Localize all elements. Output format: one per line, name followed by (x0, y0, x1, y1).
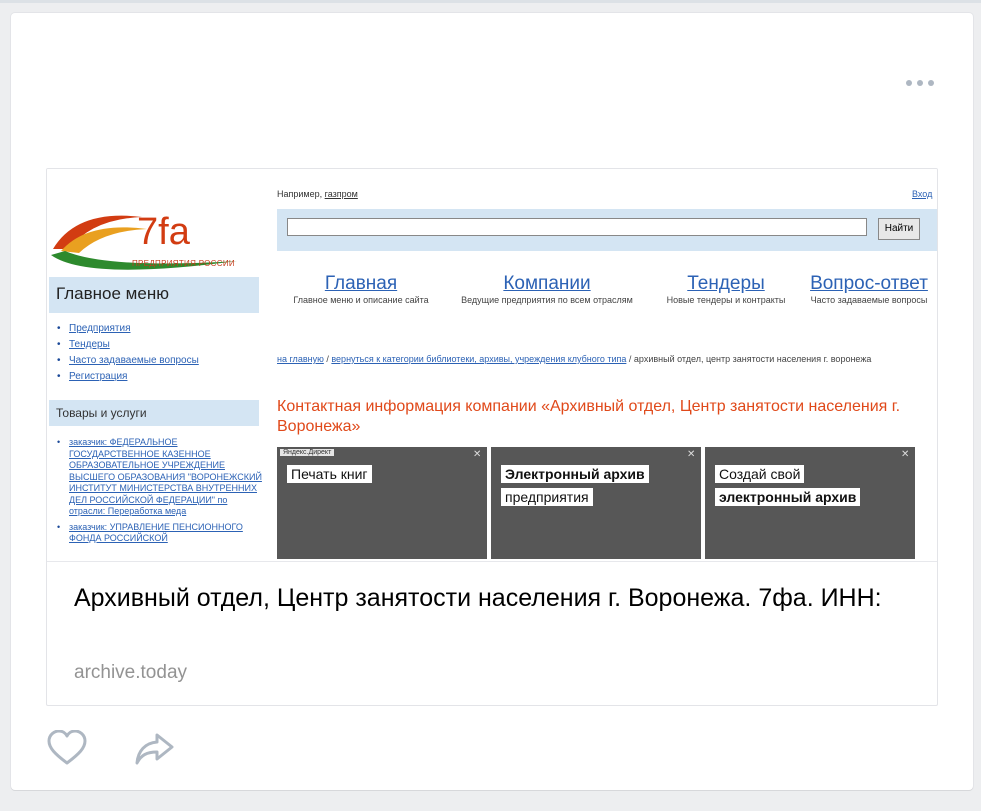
goods-link: заказчик: ФЕДЕРАЛЬНОЕ ГОСУДАРСТВЕННОЕ КА… (69, 437, 262, 516)
close-icon: ✕ (687, 449, 696, 460)
link-snippet[interactable]: 7fa ПРЕДПРИЯТИЯ РОССИИ Главное меню Пред… (46, 168, 938, 706)
crumb-separator: / (326, 354, 329, 364)
ad-card: ✕ Создай свой электронный архив (705, 447, 915, 559)
example-value: газпром (324, 189, 358, 199)
goods-link: заказчик: УПРАВЛЕНИЕ ПЕНСИОННОГО ФОНДА Р… (69, 521, 243, 544)
site-logo: 7fa ПРЕДПРИЯТИЯ РОССИИ (47, 189, 262, 274)
contact-heading: Контактная информация компании «Архивный… (277, 398, 901, 435)
nav-desc: Ведущие предприятия по всем отраслям (461, 295, 633, 305)
main-menu-list: Предприятия Тендеры Часто задаваемые воп… (57, 321, 199, 385)
top-border (0, 0, 981, 3)
main-menu-title: Главное меню (49, 277, 259, 313)
ads-tag: Яндекс.Директ (280, 449, 335, 456)
nav-item-faq: Вопрос-ответ Часто задаваемые вопросы (801, 273, 937, 305)
example-label: Например, (277, 189, 323, 199)
snippet-caption[interactable]: Архивный отдел, Центр занятости населени… (47, 561, 937, 705)
nav-desc: Главное меню и описание сайта (293, 295, 429, 305)
site-search-bar: Найти (277, 209, 937, 251)
ad-line: Печать книг (287, 465, 372, 483)
nav-title: Вопрос-ответ (810, 273, 928, 294)
heart-icon[interactable] (47, 729, 87, 766)
nav-title: Главная (324, 273, 398, 294)
crumb-back: вернуться к категории библиотеки, архивы… (331, 354, 627, 364)
search-example: Например, газпром (277, 189, 358, 199)
nav-desc: Новые тендеры и контракты (666, 295, 786, 305)
main-menu-link: Регистрация (69, 371, 128, 382)
close-icon: ✕ (901, 449, 910, 460)
logo-text: 7fa (137, 211, 190, 253)
site-nav: Главная Главное меню и описание сайта Ко… (277, 273, 937, 313)
ad-line: предприятия (501, 488, 593, 506)
goods-list: заказчик: ФЕДЕРАЛЬНОЕ ГОСУДАРСТВЕННОЕ КА… (57, 437, 262, 549)
nav-title: Тендеры (687, 273, 765, 294)
snippet-preview-image: 7fa ПРЕДПРИЯТИЯ РОССИИ Главное меню Пред… (47, 169, 937, 559)
main-menu-link: Предприятия (69, 323, 131, 334)
ads-block: Яндекс.Директ ✕ Печать книг ✕ Электронны… (277, 447, 917, 559)
main-menu-link: Тендеры (69, 339, 110, 350)
nav-item-home: Главная Главное меню и описание сайта (277, 273, 445, 305)
crumb-separator: / (628, 354, 632, 364)
login-link: Вход (912, 189, 933, 199)
share-arrow-icon[interactable] (135, 732, 175, 766)
nav-desc: Часто задаваемые вопросы (810, 295, 928, 305)
crumb-current: архивный отдел, центр занятости населени… (633, 354, 872, 364)
ad-card: Яндекс.Директ ✕ Печать книг (277, 447, 487, 559)
more-options-icon[interactable] (906, 75, 942, 91)
nav-item-companies: Компании Ведущие предприятия по всем отр… (447, 273, 647, 305)
site-search-button: Найти (878, 218, 920, 240)
post-actions (47, 729, 207, 770)
ad-card: ✕ Электронный архив предприятия (491, 447, 701, 559)
ad-line: электронный архив (715, 488, 861, 506)
crumb-home: на главную (277, 354, 324, 364)
post-card: 7fa ПРЕДПРИЯТИЯ РОССИИ Главное меню Пред… (11, 13, 973, 790)
snippet-title[interactable]: Архивный отдел, Центр занятости населени… (74, 580, 914, 617)
main-menu-item: Регистрация (57, 369, 199, 385)
ad-line: Создай свой (715, 465, 805, 483)
ad-line: Электронный архив (501, 465, 649, 483)
main-menu-link: Часто задаваемые вопросы (69, 355, 199, 366)
main-menu-item: Часто задаваемые вопросы (57, 353, 199, 369)
nav-item-tenders: Тендеры Новые тендеры и контракты (653, 273, 799, 305)
goods-title: Товары и услуги (49, 400, 259, 426)
close-icon: ✕ (473, 449, 482, 460)
goods-item: заказчик: ФЕДЕРАЛЬНОЕ ГОСУДАРСТВЕННОЕ КА… (57, 437, 262, 518)
logo-subtitle: ПРЕДПРИЯТИЯ РОССИИ (132, 259, 235, 268)
snippet-domain: archive.today (74, 662, 188, 683)
main-menu-item: Предприятия (57, 321, 199, 337)
site-search-input (287, 218, 867, 236)
goods-item: заказчик: УПРАВЛЕНИЕ ПЕНСИОННОГО ФОНДА Р… (57, 522, 262, 545)
nav-title: Компании (503, 273, 591, 294)
breadcrumb: на главную / вернуться к категории библи… (277, 353, 877, 365)
main-menu-item: Тендеры (57, 337, 199, 353)
